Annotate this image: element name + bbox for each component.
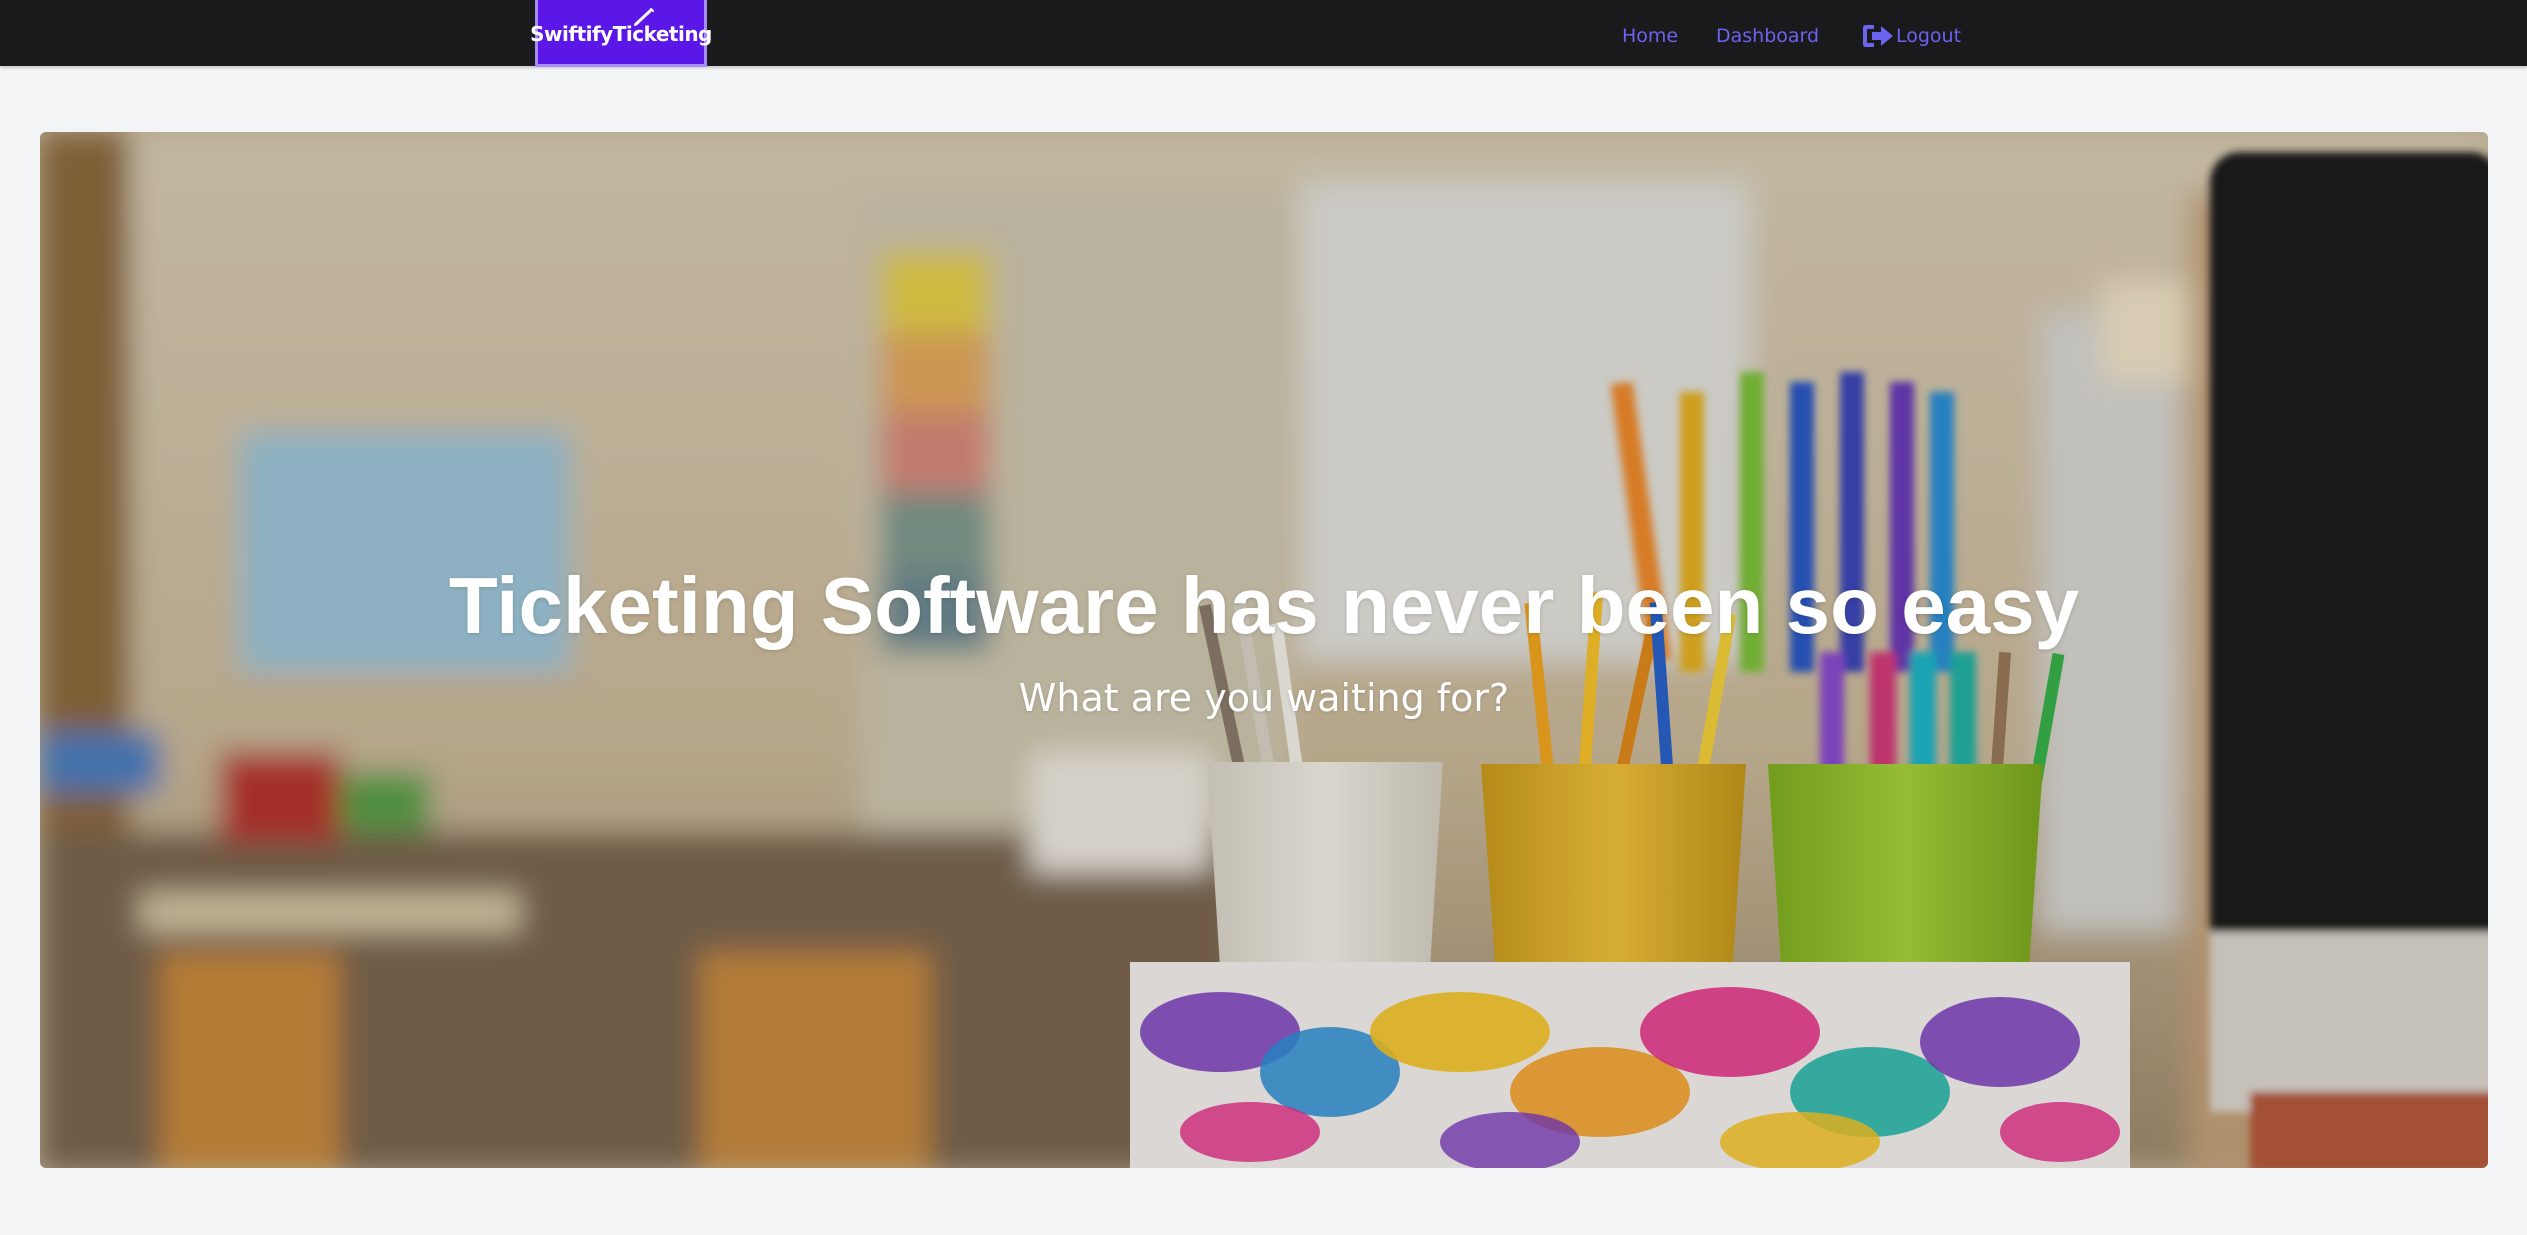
brand-name: SwiftifyTicketing bbox=[530, 22, 712, 46]
nav-logout-link[interactable]: Logout bbox=[1860, 22, 1961, 50]
top-navbar: SwiftifyTicketing Home Dashboard Logout bbox=[0, 0, 2527, 67]
pencil-icon bbox=[634, 8, 654, 26]
logout-label: Logout bbox=[1896, 25, 1962, 47]
nav-home-link[interactable]: Home bbox=[1622, 22, 1678, 50]
hero-banner: Ticketing Software has never been so eas… bbox=[40, 132, 2488, 1168]
brand-logo[interactable]: SwiftifyTicketing bbox=[530, 0, 712, 67]
hero-title: Ticketing Software has never been so eas… bbox=[448, 560, 2080, 650]
sign-out-icon bbox=[1863, 25, 1893, 47]
nav-dashboard-link[interactable]: Dashboard bbox=[1716, 22, 1819, 50]
hero-subtitle: What are you waiting for? bbox=[1018, 676, 1510, 720]
